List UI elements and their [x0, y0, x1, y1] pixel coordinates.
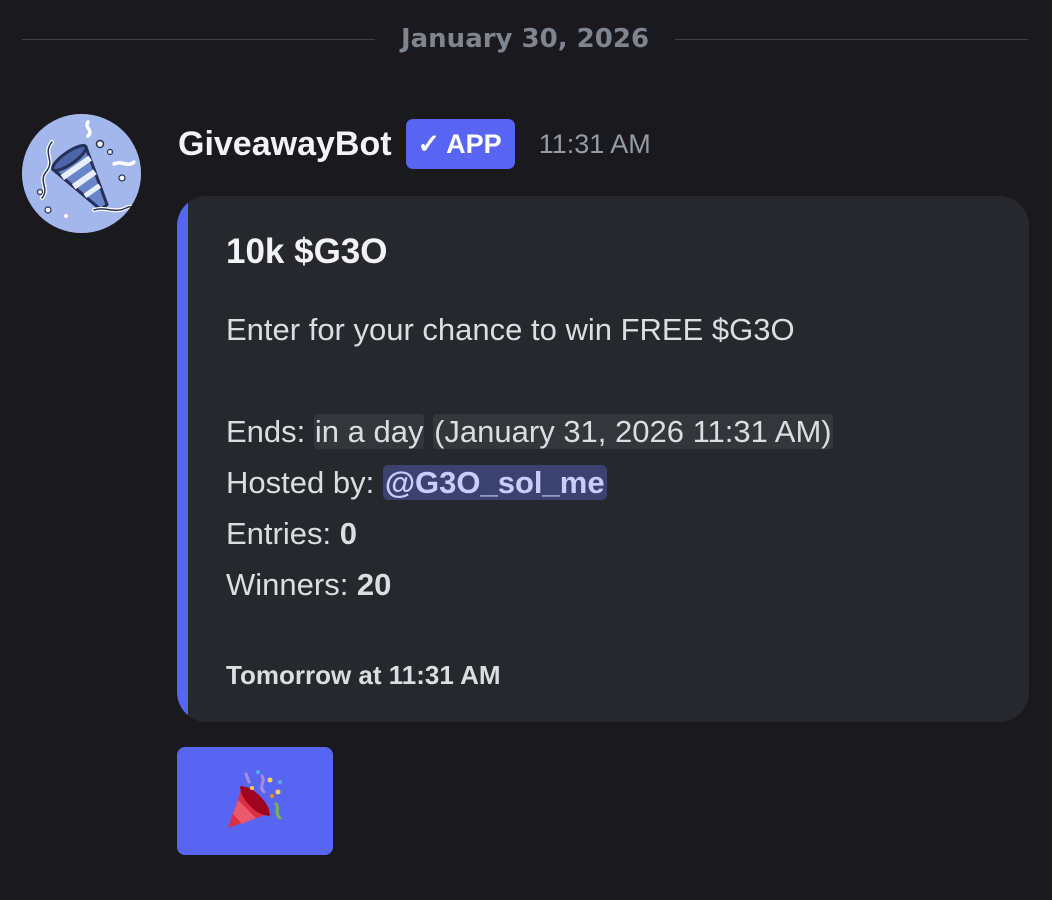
embed-accent-bar	[177, 196, 188, 722]
embed-footer-timestamp: Tomorrow at 11:31 AM	[226, 660, 501, 690]
hosted-line: Hosted by: @G3O_sol_me	[226, 457, 1006, 508]
message-header: GiveawayBot ✓ APP 11:31 AM	[178, 118, 651, 170]
party-popper-icon	[22, 114, 141, 233]
embed-description: Enter for your chance to win FREE $G3O E…	[226, 304, 1006, 610]
entries-count: 0	[339, 516, 357, 551]
ends-line: Ends: in a day (January 31, 2026 11:31 A…	[226, 406, 1006, 457]
app-badge-label: APP	[446, 128, 502, 159]
winners-label: Winners:	[226, 567, 357, 602]
enter-giveaway-button[interactable]	[177, 747, 333, 855]
divider-date: January 30, 2026	[400, 24, 650, 54]
ends-absolute-time[interactable]: (January 31, 2026 11:31 AM)	[433, 414, 833, 449]
hosted-label: Hosted by:	[226, 465, 383, 500]
date-divider: January 30, 2026	[22, 16, 1028, 62]
username[interactable]: GiveawayBot	[178, 125, 392, 164]
party-popper-icon	[228, 770, 282, 828]
avatar[interactable]	[22, 114, 141, 233]
ends-label: Ends:	[226, 414, 314, 449]
giveaway-embed: 10k $G3O Enter for your chance to win FR…	[177, 196, 1029, 722]
description-line: Enter for your chance to win FREE $G3O	[226, 312, 795, 347]
embed-title: 10k $G3O	[226, 232, 388, 271]
entries-line: Entries: 0	[226, 508, 1006, 559]
entries-label: Entries:	[226, 516, 340, 551]
host-mention[interactable]: @G3O_sol_me	[382, 465, 607, 500]
winners-line: Winners: 20	[226, 559, 1006, 610]
ends-relative-time[interactable]: in a day	[313, 414, 425, 449]
divider-line-left	[22, 38, 375, 40]
app-badge: ✓ APP	[405, 119, 515, 169]
check-icon: ✓	[417, 128, 441, 159]
divider-line-right	[675, 38, 1028, 40]
message-timestamp[interactable]: 11:31 AM	[539, 129, 651, 160]
winners-count: 20	[356, 567, 392, 602]
